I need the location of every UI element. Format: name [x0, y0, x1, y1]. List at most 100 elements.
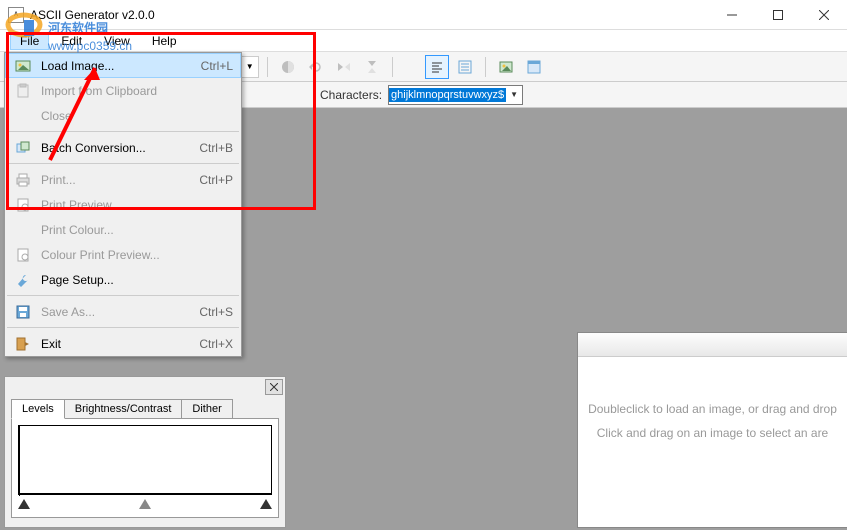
menu-view[interactable]: View	[94, 32, 140, 50]
menu-label: Exit	[41, 337, 179, 351]
characters-value: ghijklmnopqrstuvwxyz$	[389, 88, 506, 102]
window-title: ASCII Generator v2.0.0	[30, 8, 155, 22]
menu-shortcut: Ctrl+S	[199, 305, 233, 319]
levels-sliders	[18, 499, 272, 509]
levels-tabs: Levels Brightness/Contrast Dither	[11, 399, 285, 419]
tab-dither[interactable]: Dither	[181, 399, 232, 419]
menu-save-as[interactable]: Save As... Ctrl+S	[5, 299, 241, 324]
tool-flip-h[interactable]	[332, 55, 356, 79]
histogram-line	[19, 426, 20, 496]
menu-shortcut: Ctrl+L	[201, 59, 233, 73]
circle-half-icon	[280, 59, 296, 75]
window-controls	[709, 0, 847, 30]
flip-horizontal-icon	[336, 59, 352, 75]
menu-label: Page Setup...	[41, 273, 233, 287]
blank-icon	[13, 220, 33, 240]
menu-separator	[7, 131, 239, 132]
menu-colour-print-preview[interactable]: Colour Print Preview...	[5, 242, 241, 267]
menu-label: Batch Conversion...	[41, 141, 179, 155]
menu-label: Print Preview...	[41, 198, 233, 212]
menu-close[interactable]: Close	[5, 103, 241, 128]
menu-separator	[7, 295, 239, 296]
separator	[392, 57, 393, 77]
tool-circle[interactable]	[276, 55, 300, 79]
menu-label: Print...	[41, 173, 179, 187]
preview-body: Doubleclick to load an image, or drag an…	[578, 357, 847, 485]
menu-exit[interactable]: Exit Ctrl+X	[5, 331, 241, 356]
menu-label: Import from Clipboard	[41, 84, 233, 98]
close-button[interactable]	[801, 0, 847, 30]
menu-label: Print Colour...	[41, 223, 233, 237]
menu-print[interactable]: Print... Ctrl+P	[5, 167, 241, 192]
batch-icon	[13, 138, 33, 158]
menu-load-image[interactable]: Load Image... Ctrl+L	[5, 53, 241, 78]
chevron-down-icon: ▼	[246, 62, 254, 71]
tool-image1[interactable]	[494, 55, 518, 79]
chevron-down-icon: ▼	[506, 90, 522, 99]
print-preview-icon	[13, 195, 33, 215]
tool-refresh[interactable]	[304, 55, 328, 79]
print-preview-icon	[13, 245, 33, 265]
align-icon	[457, 59, 473, 75]
menu-import-clipboard[interactable]: Import from Clipboard	[5, 78, 241, 103]
image-icon	[13, 56, 33, 76]
menu-label: Close	[41, 109, 233, 123]
menu-separator	[7, 163, 239, 164]
preview-titlebar	[578, 333, 847, 357]
maximize-icon	[773, 10, 783, 20]
menu-label: Load Image...	[41, 59, 181, 73]
close-icon	[819, 10, 829, 20]
menu-file[interactable]: File	[10, 32, 49, 50]
exit-icon	[13, 334, 33, 354]
tool-align-left[interactable]	[425, 55, 449, 79]
flip-vertical-icon	[364, 59, 380, 75]
app-icon: A	[8, 7, 24, 23]
minimize-icon	[727, 10, 737, 20]
printer-icon	[13, 170, 33, 190]
refresh-icon	[308, 59, 324, 75]
characters-input[interactable]: ghijklmnopqrstuvwxyz$ ▼	[388, 85, 523, 105]
levels-panel: Levels Brightness/Contrast Dither	[4, 376, 286, 528]
characters-label: Characters:	[320, 88, 382, 102]
tool-align-center[interactable]	[453, 55, 477, 79]
separator	[267, 57, 268, 77]
blank-icon	[13, 106, 33, 126]
menu-shortcut: Ctrl+P	[199, 173, 233, 187]
slider-white[interactable]	[260, 499, 272, 509]
menu-shortcut: Ctrl+B	[199, 141, 233, 155]
wrench-icon	[13, 270, 33, 290]
menu-shortcut: Ctrl+X	[199, 337, 233, 351]
align-left-icon	[429, 59, 445, 75]
image-icon	[498, 59, 514, 75]
panel-close-button[interactable]	[265, 379, 283, 395]
menu-edit[interactable]: Edit	[51, 32, 92, 50]
menu-label: Save As...	[41, 305, 179, 319]
histogram	[18, 425, 272, 495]
maximize-button[interactable]	[755, 0, 801, 30]
tool-flip-v[interactable]	[360, 55, 384, 79]
slider-black[interactable]	[18, 499, 30, 509]
menu-separator	[7, 327, 239, 328]
preview-hint-1: Doubleclick to load an image, or drag an…	[588, 397, 837, 421]
tab-brightness-contrast[interactable]: Brightness/Contrast	[64, 399, 183, 419]
menu-print-colour[interactable]: Print Colour...	[5, 217, 241, 242]
separator	[485, 57, 486, 77]
menu-help[interactable]: Help	[142, 32, 187, 50]
menu-print-preview[interactable]: Print Preview...	[5, 192, 241, 217]
preview-panel[interactable]: Doubleclick to load an image, or drag an…	[577, 332, 847, 528]
preview-hint-2: Click and drag on an image to select an …	[588, 421, 837, 445]
clipboard-icon	[13, 81, 33, 101]
image-window-icon	[526, 59, 542, 75]
tab-levels[interactable]: Levels	[11, 399, 65, 419]
menu-page-setup[interactable]: Page Setup...	[5, 267, 241, 292]
menu-batch-conversion[interactable]: Batch Conversion... Ctrl+B	[5, 135, 241, 160]
minimize-button[interactable]	[709, 0, 755, 30]
slider-mid[interactable]	[139, 499, 151, 509]
menubar: File Edit View Help	[0, 30, 847, 52]
tool-image2[interactable]	[522, 55, 546, 79]
save-icon	[13, 302, 33, 322]
file-dropdown-menu: Load Image... Ctrl+L Import from Clipboa…	[4, 52, 242, 357]
titlebar: A ASCII Generator v2.0.0	[0, 0, 847, 30]
levels-body	[11, 418, 279, 518]
close-icon	[270, 383, 278, 391]
